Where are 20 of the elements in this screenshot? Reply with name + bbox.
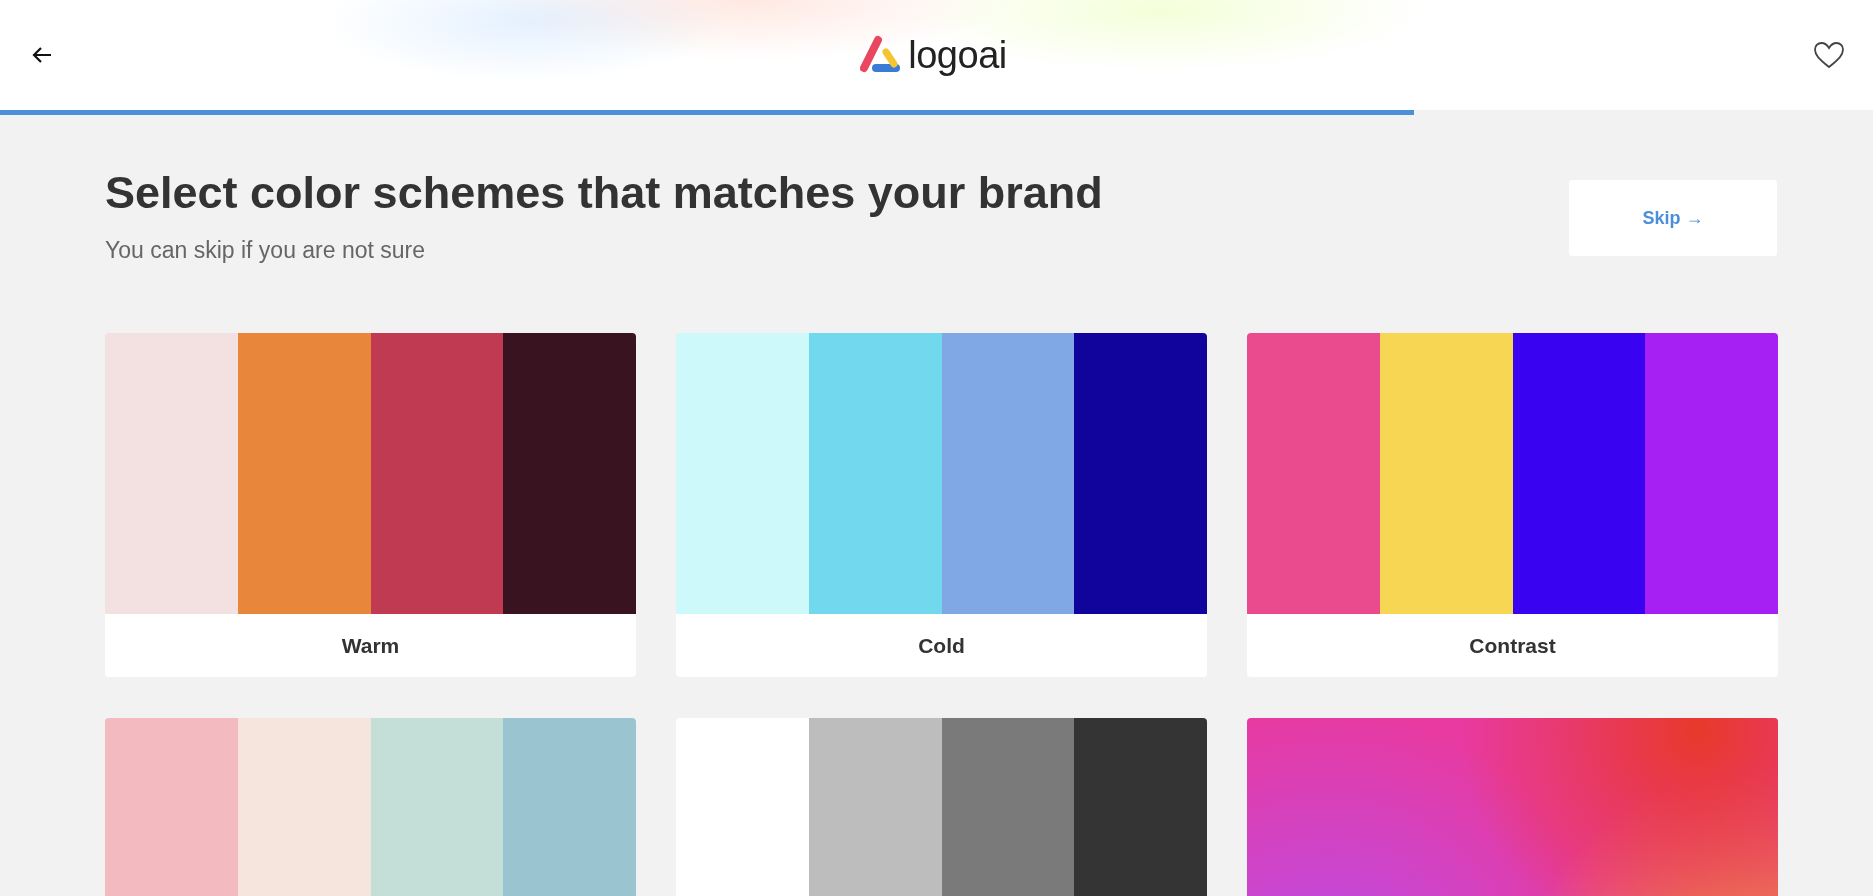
color-swatch[interactable]: [1512, 333, 1646, 614]
skip-button[interactable]: Skip →: [1569, 180, 1777, 256]
color-swatch[interactable]: [1074, 333, 1207, 614]
color-swatch[interactable]: [1247, 333, 1380, 614]
scheme-label: Warm: [105, 614, 636, 677]
color-swatch[interactable]: [941, 333, 1075, 614]
color-swatch[interactable]: [503, 333, 636, 614]
color-swatch[interactable]: [237, 333, 371, 614]
color-swatch[interactable]: [105, 333, 238, 614]
color-swatch[interactable]: [676, 333, 809, 614]
page-subtitle: You can skip if you are not sure: [105, 237, 427, 264]
color-swatch[interactable]: [1379, 333, 1513, 614]
scheme-label: Contrast: [1247, 614, 1778, 677]
color-swatch[interactable]: [1645, 333, 1778, 614]
logo-text: logoai: [908, 33, 1007, 77]
color-swatch[interactable]: [370, 333, 504, 614]
page-title: Select color schemes that matches your brand: [105, 167, 1103, 219]
scheme-label: Cold: [676, 614, 1207, 677]
color-swatch[interactable]: [808, 333, 942, 614]
heart-icon: [1813, 41, 1845, 69]
